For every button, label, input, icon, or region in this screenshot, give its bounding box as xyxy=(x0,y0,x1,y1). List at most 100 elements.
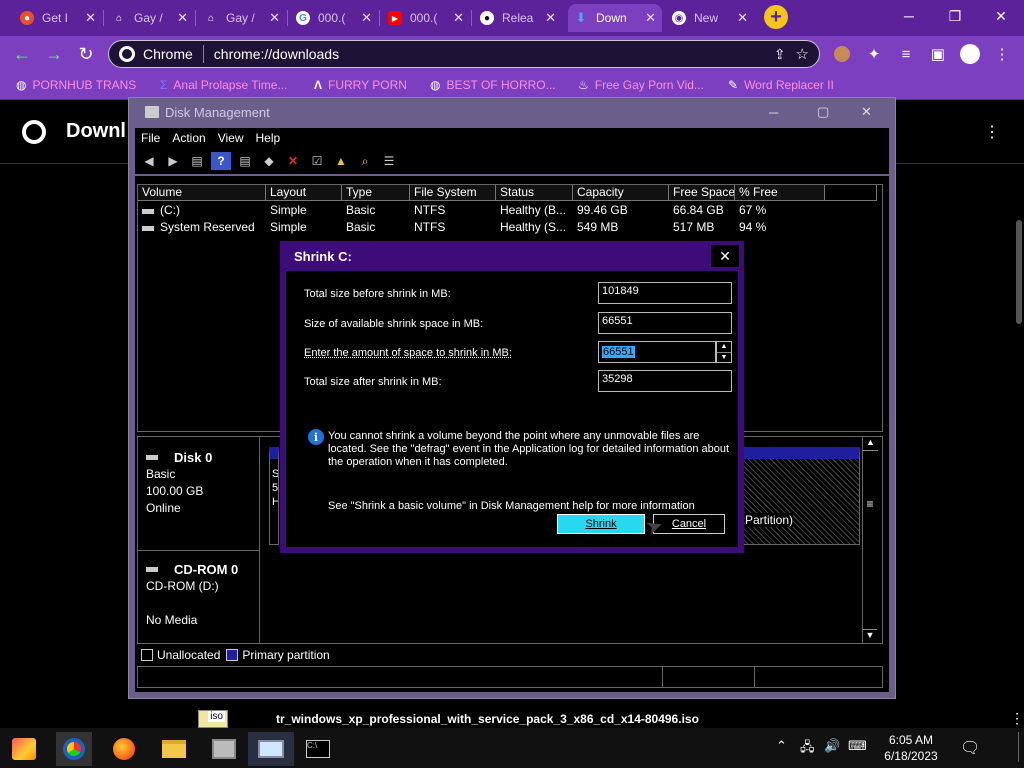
minimize-icon[interactable]: ─ xyxy=(886,0,932,32)
column-header-file-system[interactable]: File System xyxy=(410,185,496,201)
column-header-layout[interactable]: Layout xyxy=(266,185,342,201)
forward-icon[interactable]: → xyxy=(42,42,66,66)
partition-c[interactable]: Partition) xyxy=(742,447,860,545)
column-header-percent-free[interactable]: % Free xyxy=(735,185,825,201)
chrome-taskbar-icon[interactable] xyxy=(56,732,92,766)
avatar[interactable] xyxy=(958,42,982,66)
tray-chevron-icon[interactable]: ⌃ xyxy=(776,738,787,754)
tab-5[interactable]: ● Relea ✕ xyxy=(474,4,562,32)
bookmark-item[interactable]: ♨ Free Gay Porn Vid... xyxy=(578,78,704,92)
extensions-icon[interactable]: ✦ xyxy=(862,42,886,66)
media-icon[interactable]: ≡ xyxy=(894,42,918,66)
menu-action[interactable]: Action xyxy=(172,131,205,145)
tab-1[interactable]: ⌂ Gay / ✕ xyxy=(106,4,194,32)
minimize-icon[interactable]: ─ xyxy=(769,105,778,120)
close-icon[interactable]: ✕ xyxy=(269,10,280,26)
bookmark-star-icon[interactable]: ☆ xyxy=(796,45,809,63)
keyboard-icon[interactable]: ⌨ xyxy=(848,738,867,754)
tab-3[interactable]: G 000.(✕ xyxy=(290,4,378,32)
disk-0-label[interactable]: Disk 0 Basic 100.00 GB Online xyxy=(138,437,260,551)
back-icon[interactable]: ← xyxy=(10,42,34,66)
side-panel-icon[interactable]: ▣ xyxy=(926,42,950,66)
show-desktop[interactable] xyxy=(1018,732,1019,762)
tab-7[interactable]: ◉ New ✕ xyxy=(666,4,754,32)
share-icon[interactable]: ⇪ xyxy=(774,46,786,63)
page-menu-icon[interactable]: ⋮ xyxy=(984,122,1000,142)
menu-file[interactable]: File xyxy=(141,131,160,145)
close-window-icon[interactable]: ✕ xyxy=(978,0,1024,32)
close-icon[interactable]: ✕ xyxy=(737,10,748,26)
column-header-volume[interactable]: Volume xyxy=(138,185,266,201)
column-header-capacity[interactable]: Capacity xyxy=(573,185,669,201)
back-icon[interactable]: ◀ xyxy=(139,152,159,170)
close-icon[interactable]: ✕ xyxy=(645,10,656,26)
reload-icon[interactable]: ↻ xyxy=(74,42,98,66)
menu-help[interactable]: Help xyxy=(256,131,281,145)
download-menu-icon[interactable]: ⋮ xyxy=(1010,710,1024,727)
network-icon[interactable]: 🖧 xyxy=(800,738,815,760)
connect-icon[interactable]: ◆ xyxy=(259,152,279,170)
list-view-icon[interactable]: ☰ xyxy=(379,152,399,170)
github-icon: ● xyxy=(480,11,494,25)
column-header-type[interactable]: Type xyxy=(342,185,410,201)
start-icon[interactable] xyxy=(6,732,42,766)
folder-up-icon[interactable]: ▲ xyxy=(331,152,351,170)
column-header-free-space[interactable]: Free Space xyxy=(669,185,735,201)
menu-view[interactable]: View xyxy=(218,131,244,145)
tab-0[interactable]: ● Get I ✕ xyxy=(14,4,102,32)
delete-icon[interactable]: ✕ xyxy=(283,152,303,170)
close-icon[interactable]: ✕ xyxy=(545,10,556,26)
close-icon[interactable]: ✕ xyxy=(453,10,464,26)
status-bar xyxy=(137,666,883,688)
bookmark-item[interactable]: Σ Anal Prolapse Time... xyxy=(160,78,287,92)
menu-bar: File Action View Help xyxy=(135,128,889,148)
download-filename[interactable]: tr_windows_xp_professional_with_service_… xyxy=(276,712,699,726)
disk-management-icon xyxy=(145,106,159,118)
volume-icon[interactable]: 🔊 xyxy=(824,738,840,754)
close-icon[interactable]: ✕ xyxy=(711,245,739,267)
restore-icon[interactable]: ❐ xyxy=(932,0,978,32)
omnibox[interactable]: Chrome chrome://downloads ⇪ ☆ xyxy=(108,40,820,68)
tab-6-active[interactable]: ⬇ Down ✕ xyxy=(568,4,662,32)
bookmark-item[interactable]: ◍ BEST OF HORRO... xyxy=(430,78,556,92)
bookmark-item[interactable]: ◍ PORNHUB TRANS xyxy=(16,78,136,92)
disk-management-taskbar-icon[interactable] xyxy=(206,732,242,766)
shrink-amount-input[interactable]: 66551 xyxy=(598,341,716,363)
menu-kebab-icon[interactable]: ⋮ xyxy=(990,42,1014,66)
drive-icon xyxy=(142,209,154,214)
close-icon[interactable]: ✕ xyxy=(361,10,372,26)
console-tree-icon[interactable]: ▤ xyxy=(187,152,207,170)
clock[interactable]: 6:05 AM 6/18/2023 xyxy=(880,732,942,764)
search-folder-icon[interactable]: ⌕ xyxy=(355,152,375,170)
available-shrink-field: 66551 xyxy=(598,312,732,334)
properties-icon[interactable]: ▤ xyxy=(235,152,255,170)
bookmark-site-icon: Λ xyxy=(314,78,323,92)
close-icon[interactable]: ✕ xyxy=(85,10,96,26)
maximize-icon[interactable]: ▢ xyxy=(817,104,829,120)
close-icon[interactable]: ✕ xyxy=(177,10,188,26)
notifications-icon[interactable]: 🗨 xyxy=(960,738,980,758)
bookmark-item[interactable]: ✎ Word Replacer II xyxy=(728,78,834,92)
cdrom-0-label[interactable]: CD-ROM 0 CD-ROM (D:) No Media xyxy=(138,551,260,643)
scrollbar[interactable] xyxy=(1016,220,1022,324)
partition-system-reserved[interactable]: S5H xyxy=(269,447,279,545)
help-icon[interactable]: ? xyxy=(211,152,231,170)
checkmark-icon[interactable]: ☑ xyxy=(307,152,327,170)
shrink-amount-stepper[interactable]: ▲ ▼ xyxy=(716,341,732,363)
new-tab-button[interactable]: + xyxy=(764,5,788,29)
close-window-icon[interactable]: ✕ xyxy=(861,104,872,120)
forward-icon[interactable]: ▶ xyxy=(163,152,183,170)
column-header-status[interactable]: Status xyxy=(496,185,573,201)
file-explorer-icon[interactable] xyxy=(156,732,192,766)
terminal-icon[interactable]: C:\ xyxy=(300,732,336,766)
vertical-scrollbar[interactable]: ▲ ≡ ▼ xyxy=(862,437,878,643)
bookmark-item[interactable]: Λ FURRY PORN xyxy=(314,78,407,92)
virtual-machine-icon[interactable] xyxy=(248,732,294,766)
spin-up-icon[interactable]: ▲ xyxy=(717,342,731,353)
tab-2[interactable]: ⌂ Gay / ✕ xyxy=(198,4,286,32)
tab-4[interactable]: ▶ 000.(✕ xyxy=(382,4,470,32)
firefox-icon[interactable] xyxy=(106,732,142,766)
profile-extension-icon[interactable] xyxy=(830,42,854,66)
shrink-button[interactable]: Shrink xyxy=(557,514,645,534)
spin-down-icon[interactable]: ▼ xyxy=(717,353,731,363)
